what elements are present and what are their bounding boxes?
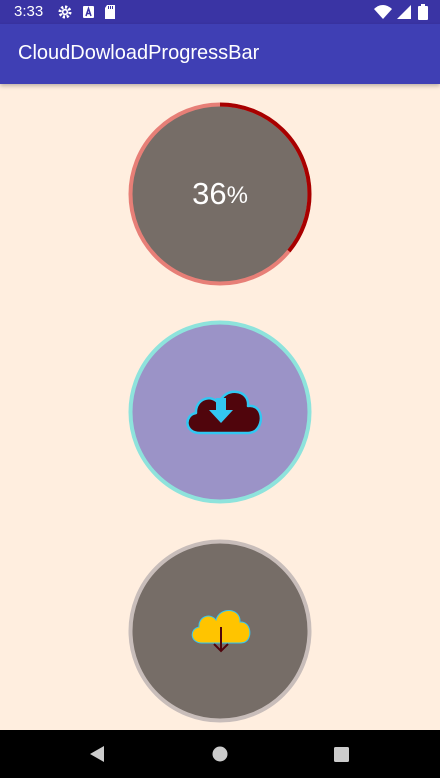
cloud-download-button[interactable] — [128, 320, 312, 504]
back-button[interactable] — [88, 745, 106, 768]
progress-label: 36 % — [128, 102, 312, 286]
content-area: 36 % — [0, 84, 440, 730]
recents-button[interactable] — [334, 747, 349, 767]
navigation-bar — [0, 730, 440, 778]
home-button[interactable] — [212, 746, 228, 767]
app-bar: CloudDowloadProgressBar — [0, 24, 440, 84]
battery-icon — [418, 4, 428, 25]
app-title: CloudDowloadProgressBar — [18, 42, 260, 64]
wifi-icon — [373, 4, 393, 25]
status-time: 3:33 — [14, 3, 44, 20]
signal-icon — [396, 4, 412, 25]
cloud-download-button-secondary[interactable] — [128, 539, 312, 723]
sd-card-icon — [104, 4, 116, 25]
progress-unit: % — [226, 182, 248, 209]
progress-value: 36 — [192, 176, 227, 211]
gear-icon — [57, 4, 73, 25]
progress-ring[interactable]: 36 % — [128, 102, 312, 286]
a-badge-icon — [82, 4, 96, 25]
status-bar: 3:33 — [0, 0, 440, 24]
